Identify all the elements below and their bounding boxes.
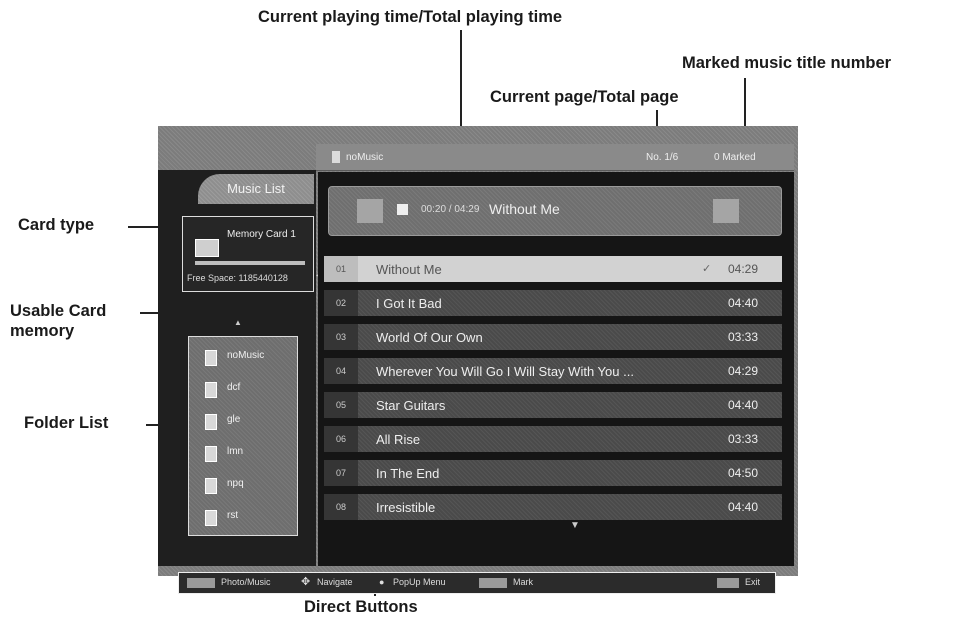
- playing-time: 00:20 / 04:29: [421, 204, 480, 215]
- popup-icon: ●: [379, 577, 385, 587]
- folder-item[interactable]: lmn: [197, 443, 289, 463]
- free-space-label: Free Space: 1185440128: [187, 273, 288, 283]
- track-title: All Rise: [376, 432, 421, 447]
- exit-button[interactable]: Exit: [745, 577, 760, 587]
- folder-icon: [205, 510, 217, 526]
- photo-music-key-icon: [187, 578, 215, 588]
- folder-icon: [205, 414, 217, 430]
- track-time: 04:29: [728, 262, 759, 276]
- track-row[interactable]: 07 In The End 04:50: [324, 460, 782, 486]
- exit-key-icon: [717, 578, 739, 588]
- track-title: Irresistible: [376, 500, 436, 515]
- track-title: World Of Our Own: [376, 330, 483, 345]
- track-number: 06: [324, 426, 358, 452]
- folder-icon: [205, 350, 217, 366]
- track-row[interactable]: 06 All Rise 03:33: [324, 426, 782, 452]
- card-type-label: Memory Card 1: [227, 229, 296, 240]
- card-info-box: Memory Card 1 Free Space: 1185440128: [182, 216, 314, 292]
- folder-label: rst: [227, 510, 239, 521]
- folder-item[interactable]: noMusic: [197, 347, 289, 367]
- direct-buttons-bar: Photo/Music ✥ Navigate ● PopUp Menu Mark…: [178, 572, 776, 594]
- folder-icon: [205, 382, 217, 398]
- track-list: 01 Without Me ✓ 04:29 02 I Got It Bad 04…: [324, 256, 782, 524]
- mark-button[interactable]: Mark: [513, 577, 533, 587]
- page-indicator: No. 1/6: [646, 152, 679, 163]
- track-title: Star Guitars: [376, 398, 446, 413]
- track-number: 02: [324, 290, 358, 316]
- callout-card-type: Card type: [18, 216, 95, 234]
- folder-icon: [332, 151, 340, 163]
- folder-label: noMusic: [227, 350, 265, 361]
- scroll-up-icon[interactable]: ▲: [234, 318, 242, 327]
- track-number: 05: [324, 392, 358, 418]
- stop-icon: [397, 204, 408, 215]
- folder-label: gle: [227, 414, 241, 425]
- track-time: 04:50: [728, 466, 759, 480]
- top-status-bar: noMusic No. 1/6 0 Marked: [316, 144, 794, 171]
- track-number: 04: [324, 358, 358, 384]
- track-row[interactable]: 03 World Of Our Own 03:33: [324, 324, 782, 350]
- track-row[interactable]: 04 Wherever You Will Go I Will Stay With…: [324, 358, 782, 384]
- now-playing-bar: 00:20 / 04:29 Without Me: [328, 186, 782, 236]
- navigate-button[interactable]: Navigate: [317, 577, 353, 587]
- folder-icon: [205, 446, 217, 462]
- track-number: 03: [324, 324, 358, 350]
- tv-screen: Music List Memory Card 1 Free Space: 118…: [158, 126, 798, 594]
- callout-folder-list: Folder List: [24, 414, 109, 432]
- track-time: 04:40: [728, 500, 759, 514]
- current-folder-name: noMusic: [346, 152, 384, 163]
- track-title: I Got It Bad: [376, 296, 442, 311]
- folder-label: lmn: [227, 446, 244, 457]
- folder-item[interactable]: gle: [197, 411, 289, 431]
- marked-count: 0 Marked: [714, 152, 756, 163]
- track-time: 04:29: [728, 364, 759, 378]
- track-row[interactable]: 01 Without Me ✓ 04:29: [324, 256, 782, 282]
- prev-block: [357, 199, 383, 223]
- track-time: 04:40: [728, 296, 759, 310]
- photo-music-button[interactable]: Photo/Music: [221, 577, 271, 587]
- folder-item[interactable]: rst: [197, 507, 289, 527]
- folder-list: noMusic dcf gle lmn npq rst: [188, 336, 298, 536]
- mark-key-icon: [479, 578, 507, 588]
- track-time: 04:40: [728, 398, 759, 412]
- callout-marked-number: Marked music title number: [682, 54, 892, 72]
- folder-icon: [205, 478, 217, 494]
- next-block: [713, 199, 739, 223]
- callout-usable-memory-1: Usable Card: [10, 302, 107, 320]
- playing-title: Without Me: [489, 201, 560, 217]
- scroll-down-icon[interactable]: ▼: [570, 520, 580, 531]
- track-row[interactable]: 02 I Got It Bad 04:40: [324, 290, 782, 316]
- track-row[interactable]: 05 Star Guitars 04:40: [324, 392, 782, 418]
- track-number: 01: [324, 256, 358, 282]
- memory-usage-bar: [195, 261, 305, 265]
- memory-card-icon: [195, 239, 219, 257]
- track-row[interactable]: 08 Irresistible 04:40: [324, 494, 782, 520]
- callout-usable-memory-2: memory: [10, 322, 75, 340]
- music-list-tab[interactable]: Music List: [198, 174, 314, 204]
- track-title: Wherever You Will Go I Will Stay With Yo…: [376, 364, 634, 379]
- folder-item[interactable]: npq: [197, 475, 289, 495]
- callout-current-page: Current page/Total page: [490, 88, 679, 106]
- track-title: In The End: [376, 466, 440, 481]
- callout-current-time: Current playing time/Total playing time: [258, 8, 563, 26]
- callout-direct-buttons: Direct Buttons: [304, 598, 418, 616]
- mark-check-icon: ✓: [702, 263, 712, 275]
- track-time: 03:33: [728, 330, 759, 344]
- track-number: 07: [324, 460, 358, 486]
- track-number: 08: [324, 494, 358, 520]
- popup-button[interactable]: PopUp Menu: [393, 577, 446, 587]
- folder-item[interactable]: dcf: [197, 379, 289, 399]
- folder-label: dcf: [227, 382, 241, 393]
- track-time: 03:33: [728, 432, 759, 446]
- navigate-icon: ✥: [301, 576, 311, 588]
- track-title: Without Me: [376, 262, 442, 277]
- folder-label: npq: [227, 478, 244, 489]
